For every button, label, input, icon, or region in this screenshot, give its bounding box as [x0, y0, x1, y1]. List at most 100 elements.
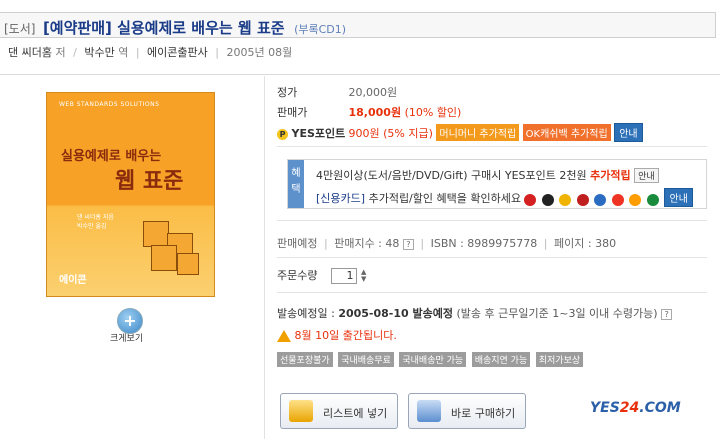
separator: | — [543, 237, 548, 250]
yes-point-value: 900원 (5% 지급) — [348, 127, 433, 140]
yes-point-label-group: P YES포인트 — [277, 125, 345, 141]
shipping-date: 2005-08-10 발송예정 — [338, 307, 453, 320]
card-logo-icon — [629, 193, 642, 206]
point-info-button[interactable]: 안내 — [614, 123, 643, 142]
product-meta: 댄 씨더홈 저 / 박수만 역 | 에이콘출판사 | 2005년 08월 — [8, 44, 292, 60]
meta-separator: | — [135, 46, 140, 59]
category-label: [도서] — [4, 22, 36, 36]
product-header: [도서] [예약판매] 실용예제로 배우는 웹 표준 (부록CD1) 댄 씨더홈… — [0, 0, 720, 75]
credit-card-link[interactable]: [신용카드] — [316, 192, 365, 205]
discount-rate: (10% 할인) — [404, 106, 462, 119]
warning-icon — [277, 330, 291, 342]
card-info-button[interactable]: 안내 — [664, 188, 693, 207]
card-logo-icon — [576, 193, 589, 206]
divider — [277, 257, 707, 258]
cover-series: WEB STANDARDS SOLUTIONS — [59, 101, 160, 108]
cover-author-line: 박수만 옮김 — [77, 223, 107, 230]
sale-price-row: 판매가 18,000원 (10% 할인) — [277, 104, 461, 120]
product-title: [예약판매] 실용예제로 배우는 웹 표준 — [42, 19, 285, 37]
yes24-logo[interactable]: YES24.COM — [590, 400, 681, 416]
list-price-label: 정가 — [277, 86, 298, 99]
benefit-box: 혜택 4만원이상(도서/음반/DVD/Gift) 구매시 YES포인트 2천원 … — [287, 159, 707, 209]
cover-subtitle: 실용예제로 배우는 — [61, 149, 162, 164]
author-link[interactable]: 댄 씨더홈 — [8, 46, 52, 59]
cube-graphic — [177, 253, 199, 275]
release-warning: 8월 10일 출간됩니다. — [294, 329, 397, 342]
logo-part: YES — [590, 400, 620, 416]
tag-delay-possible: 배송지연 가능 — [471, 352, 531, 367]
tag-domestic-only: 국내배송만 가능 — [399, 352, 467, 367]
page-count: 페이지 : 380 — [554, 237, 617, 250]
tag-gift-wrap: 선물포장불가 — [277, 352, 333, 367]
tag-free-shipping: 국내배송무료 — [338, 352, 394, 367]
divider — [277, 220, 707, 221]
tag-lowest-price: 최저가보상 — [535, 352, 584, 367]
benefit-info-button[interactable]: 안내 — [634, 168, 659, 183]
shipping-row: 발송예정일 : 2005-08-10 발송예정 (발송 후 근무일기준 1~3일… — [277, 305, 673, 321]
publish-date: 2005년 08월 — [226, 46, 293, 59]
cube-graphic — [151, 245, 177, 271]
card-icons — [524, 193, 661, 206]
sale-price-label: 판매가 — [277, 106, 308, 119]
logo-part: .COM — [639, 400, 681, 416]
help-icon[interactable]: ? — [661, 308, 673, 320]
card-logo-icon — [524, 193, 537, 206]
translator-link[interactable]: 박수만 — [84, 46, 114, 59]
publisher-link[interactable]: 에이콘출판사 — [147, 46, 208, 59]
warning-row: 8월 10일 출간됩니다. — [277, 327, 397, 343]
quantity-input[interactable]: 1 — [330, 268, 357, 284]
yes-point-icon: P — [277, 128, 288, 140]
product-subtitle: (부록CD1) — [294, 23, 347, 36]
cart-icon — [417, 400, 441, 422]
author-role: 저 — [55, 46, 66, 59]
add-to-list-label: 리스트에 넣기 — [323, 407, 388, 420]
quantity-stepper[interactable]: ▲ ▼ — [361, 269, 366, 283]
separator: | — [420, 237, 425, 250]
quantity-row: 주문수량 1 ▲ ▼ — [277, 267, 366, 284]
list-icon — [289, 400, 313, 422]
buy-now-button[interactable]: 바로 구매하기 — [408, 393, 526, 429]
card-benefit-text: 추가적립/할인 혜택을 확인하세요 — [368, 192, 521, 205]
yes-point-label: YES포인트 — [291, 127, 346, 140]
meta-separator: | — [215, 46, 219, 59]
help-icon[interactable]: ? — [402, 238, 414, 250]
benefit-strong: 추가적립 — [590, 169, 631, 182]
cube-graphic — [143, 221, 169, 247]
benefit-line1: 4만원이상(도서/음반/DVD/Gift) 구매시 YES포인트 2천원 추가적… — [316, 167, 659, 183]
book-cover-image[interactable]: WEB STANDARDS SOLUTIONS 실용예제로 배우는 웹 표준 댄… — [46, 92, 215, 297]
sales-index: 판매지수 : 48 — [334, 237, 400, 250]
sale-price-value: 18,000원 — [348, 106, 402, 119]
delivery-tags: 선물포장불가 국내배송무료 국내배송만 가능 배송지연 가능 최저가보상 — [277, 352, 585, 367]
divider — [277, 146, 707, 147]
zoom-label[interactable]: 크게보기 — [110, 331, 143, 344]
isbn: ISBN : 8989975778 — [430, 237, 538, 250]
list-price-value: 20,000원 — [348, 86, 398, 99]
logo-part: 24 — [619, 400, 640, 416]
sales-status: 판매예정 — [277, 237, 318, 250]
separator: | — [323, 237, 328, 250]
card-logo-icon — [559, 193, 572, 206]
column-divider — [264, 76, 265, 439]
translator-role: 역 — [118, 46, 129, 59]
money-badge[interactable]: 머니머니 추가적립 — [436, 124, 520, 141]
sales-info-row: 판매예정 | 판매지수 : 48 ? | ISBN : 8989975778 |… — [277, 235, 616, 251]
divider — [277, 292, 707, 293]
benefit-line2: [신용카드] 추가적립/할인 혜택을 확인하세요 안내 — [316, 188, 693, 207]
benefit-tag: 혜택 — [288, 160, 304, 208]
yes-point-row: P YES포인트 900원 (5% 지급) 머니머니 추가적립 OK캐쉬백 추가… — [277, 123, 643, 142]
card-logo-icon — [541, 193, 554, 206]
shipping-note: (발송 후 근무일기준 1~3일 이내 수령가능) — [456, 307, 658, 320]
cover-title: 웹 표준 — [115, 169, 184, 194]
quantity-label: 주문수량 — [277, 269, 318, 282]
buy-now-label: 바로 구매하기 — [451, 407, 516, 420]
benefit-text: 4만원이상(도서/음반/DVD/Gift) 구매시 YES포인트 2천원 — [316, 169, 587, 182]
shipping-label: 발송예정일 : — [277, 307, 335, 320]
cover-author-line: 댄 씨더홈 지음 — [77, 214, 114, 221]
list-price-row: 정가 20,000원 — [277, 84, 397, 100]
cover-authors: 댄 씨더홈 지음 박수만 옮김 — [77, 213, 114, 231]
okcashbag-badge[interactable]: OK캐쉬백 추가적립 — [522, 124, 611, 141]
cover-publisher-logo: 에이콘 — [59, 275, 87, 286]
add-to-list-button[interactable]: 리스트에 넣기 — [280, 393, 398, 429]
card-logo-icon — [611, 193, 624, 206]
title-bar: [도서] [예약판매] 실용예제로 배우는 웹 표준 (부록CD1) — [0, 12, 716, 38]
